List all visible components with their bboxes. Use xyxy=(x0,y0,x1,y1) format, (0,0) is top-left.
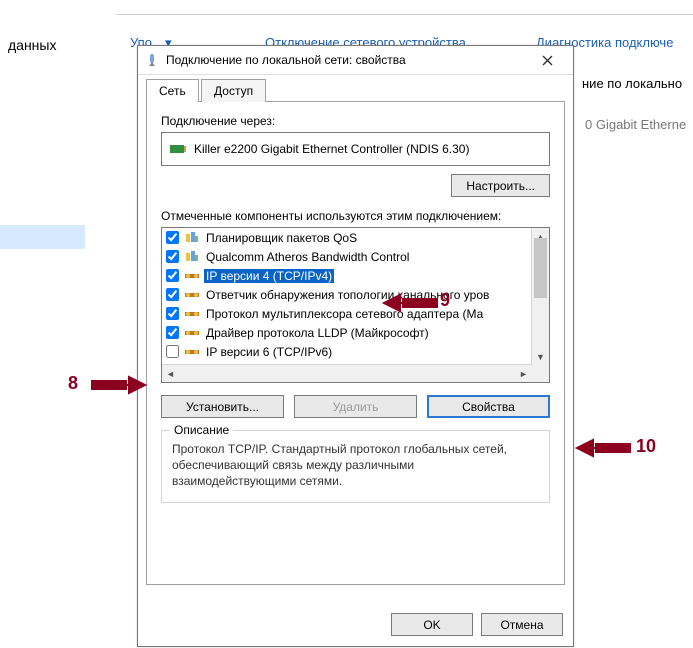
component-checkbox[interactable] xyxy=(166,326,179,339)
configure-button[interactable]: Настроить... xyxy=(451,174,550,197)
component-label: Драйвер протокола LLDP (Майкрософт) xyxy=(204,326,431,340)
component-item[interactable]: Qualcomm Atheros Bandwidth Control xyxy=(162,247,532,266)
component-item[interactable]: Ответчик обнаружения топологии канальног… xyxy=(162,285,532,304)
component-item[interactable]: Планировщик пакетов QoS xyxy=(162,228,532,247)
component-checkbox[interactable] xyxy=(166,307,179,320)
properties-button[interactable]: Свойства xyxy=(427,395,550,418)
component-checkbox[interactable] xyxy=(166,345,179,358)
components-label: Отмеченные компоненты используются этим … xyxy=(161,209,550,223)
bg-left-text: данных xyxy=(8,37,56,53)
bg-top-border xyxy=(116,14,693,15)
horizontal-scrollbar[interactable]: ◄ ► xyxy=(162,364,532,382)
component-button-row: Установить... Удалить Свойства xyxy=(161,395,550,418)
components-listbox[interactable]: Планировщик пакетов QoS Qualcomm Atheros … xyxy=(161,227,550,383)
component-item[interactable]: IP версии 4 (TCP/IPv4) xyxy=(162,266,532,285)
close-icon xyxy=(542,55,553,66)
bg-side-text2: 0 Gigabit Etherne xyxy=(585,117,686,132)
description-title: Описание xyxy=(170,423,233,437)
component-icon xyxy=(184,249,200,265)
component-item[interactable]: Драйвер протокола LLDP (Майкрософт) xyxy=(162,323,532,342)
tab-panel-network: Подключение через: Killer e2200 Gigabit … xyxy=(146,102,565,585)
description-group: Описание Протокол TCP/IP. Стандартный пр… xyxy=(161,430,550,503)
component-icon xyxy=(184,325,200,341)
dialog-title: Подключение по локальной сети: свойства xyxy=(166,53,527,67)
vertical-scroll-thumb[interactable] xyxy=(534,238,547,298)
network-connection-icon xyxy=(144,52,160,68)
component-label: Ответчик обнаружения топологии канальног… xyxy=(204,288,491,302)
bg-side-text1: ние по локально xyxy=(582,76,682,91)
component-checkbox[interactable] xyxy=(166,250,179,263)
list-inner: Планировщик пакетов QoS Qualcomm Atheros … xyxy=(162,228,532,365)
close-button[interactable] xyxy=(527,46,567,74)
scroll-down-arrow-icon[interactable]: ▼ xyxy=(532,348,549,365)
titlebar[interactable]: Подключение по локальной сети: свойства xyxy=(138,46,573,75)
component-icon xyxy=(184,306,200,322)
ok-button[interactable]: OK xyxy=(391,613,473,636)
component-item[interactable]: IP версии 6 (TCP/IPv6) xyxy=(162,342,532,361)
description-text: Протокол TCP/IP. Стандартный протокол гл… xyxy=(172,441,539,490)
annotation-label-10: 10 xyxy=(636,436,656,457)
bg-selection-bar xyxy=(0,225,85,249)
vertical-scrollbar[interactable]: ▲ ▼ xyxy=(531,228,549,365)
scroll-left-arrow-icon[interactable]: ◄ xyxy=(162,365,179,382)
component-checkbox[interactable] xyxy=(166,231,179,244)
component-label: Протокол мультиплексора сетевого адаптер… xyxy=(204,307,485,321)
cancel-button[interactable]: Отмена xyxy=(481,613,563,636)
component-item[interactable]: Протокол мультиплексора сетевого адаптер… xyxy=(162,304,532,323)
dialog-button-row: OK Отмена xyxy=(391,613,563,636)
component-checkbox[interactable] xyxy=(166,269,179,282)
scroll-corner xyxy=(532,365,549,382)
scroll-right-arrow-icon[interactable]: ► xyxy=(515,365,532,382)
component-label: Планировщик пакетов QoS xyxy=(204,231,359,245)
component-label: Qualcomm Atheros Bandwidth Control xyxy=(204,250,411,264)
component-label: IP версии 4 (TCP/IPv4) xyxy=(204,269,334,283)
configure-row: Настроить... xyxy=(161,174,550,197)
bg-top-strip xyxy=(116,0,693,14)
adapter-name: Killer e2200 Gigabit Ethernet Controller… xyxy=(194,142,469,156)
nic-icon xyxy=(170,143,186,155)
dialog-content: Сеть Доступ Подключение через: Killer e2… xyxy=(146,78,565,600)
component-icon xyxy=(184,230,200,246)
tab-access[interactable]: Доступ xyxy=(201,79,266,102)
component-icon xyxy=(184,287,200,303)
properties-dialog: Подключение по локальной сети: свойства … xyxy=(137,45,574,647)
adapter-box[interactable]: Killer e2200 Gigabit Ethernet Controller… xyxy=(161,132,550,166)
component-checkbox[interactable] xyxy=(166,288,179,301)
component-label: IP версии 6 (TCP/IPv6) xyxy=(204,345,334,359)
tab-network[interactable]: Сеть xyxy=(146,79,199,102)
install-button[interactable]: Установить... xyxy=(161,395,284,418)
connect-via-label: Подключение через: xyxy=(161,114,550,128)
component-icon xyxy=(184,344,200,360)
uninstall-button[interactable]: Удалить xyxy=(294,395,417,418)
tab-strip: Сеть Доступ xyxy=(146,78,565,102)
annotation-arrow-10 xyxy=(573,433,633,463)
annotation-label-8: 8 xyxy=(68,373,78,394)
component-icon xyxy=(184,268,200,284)
